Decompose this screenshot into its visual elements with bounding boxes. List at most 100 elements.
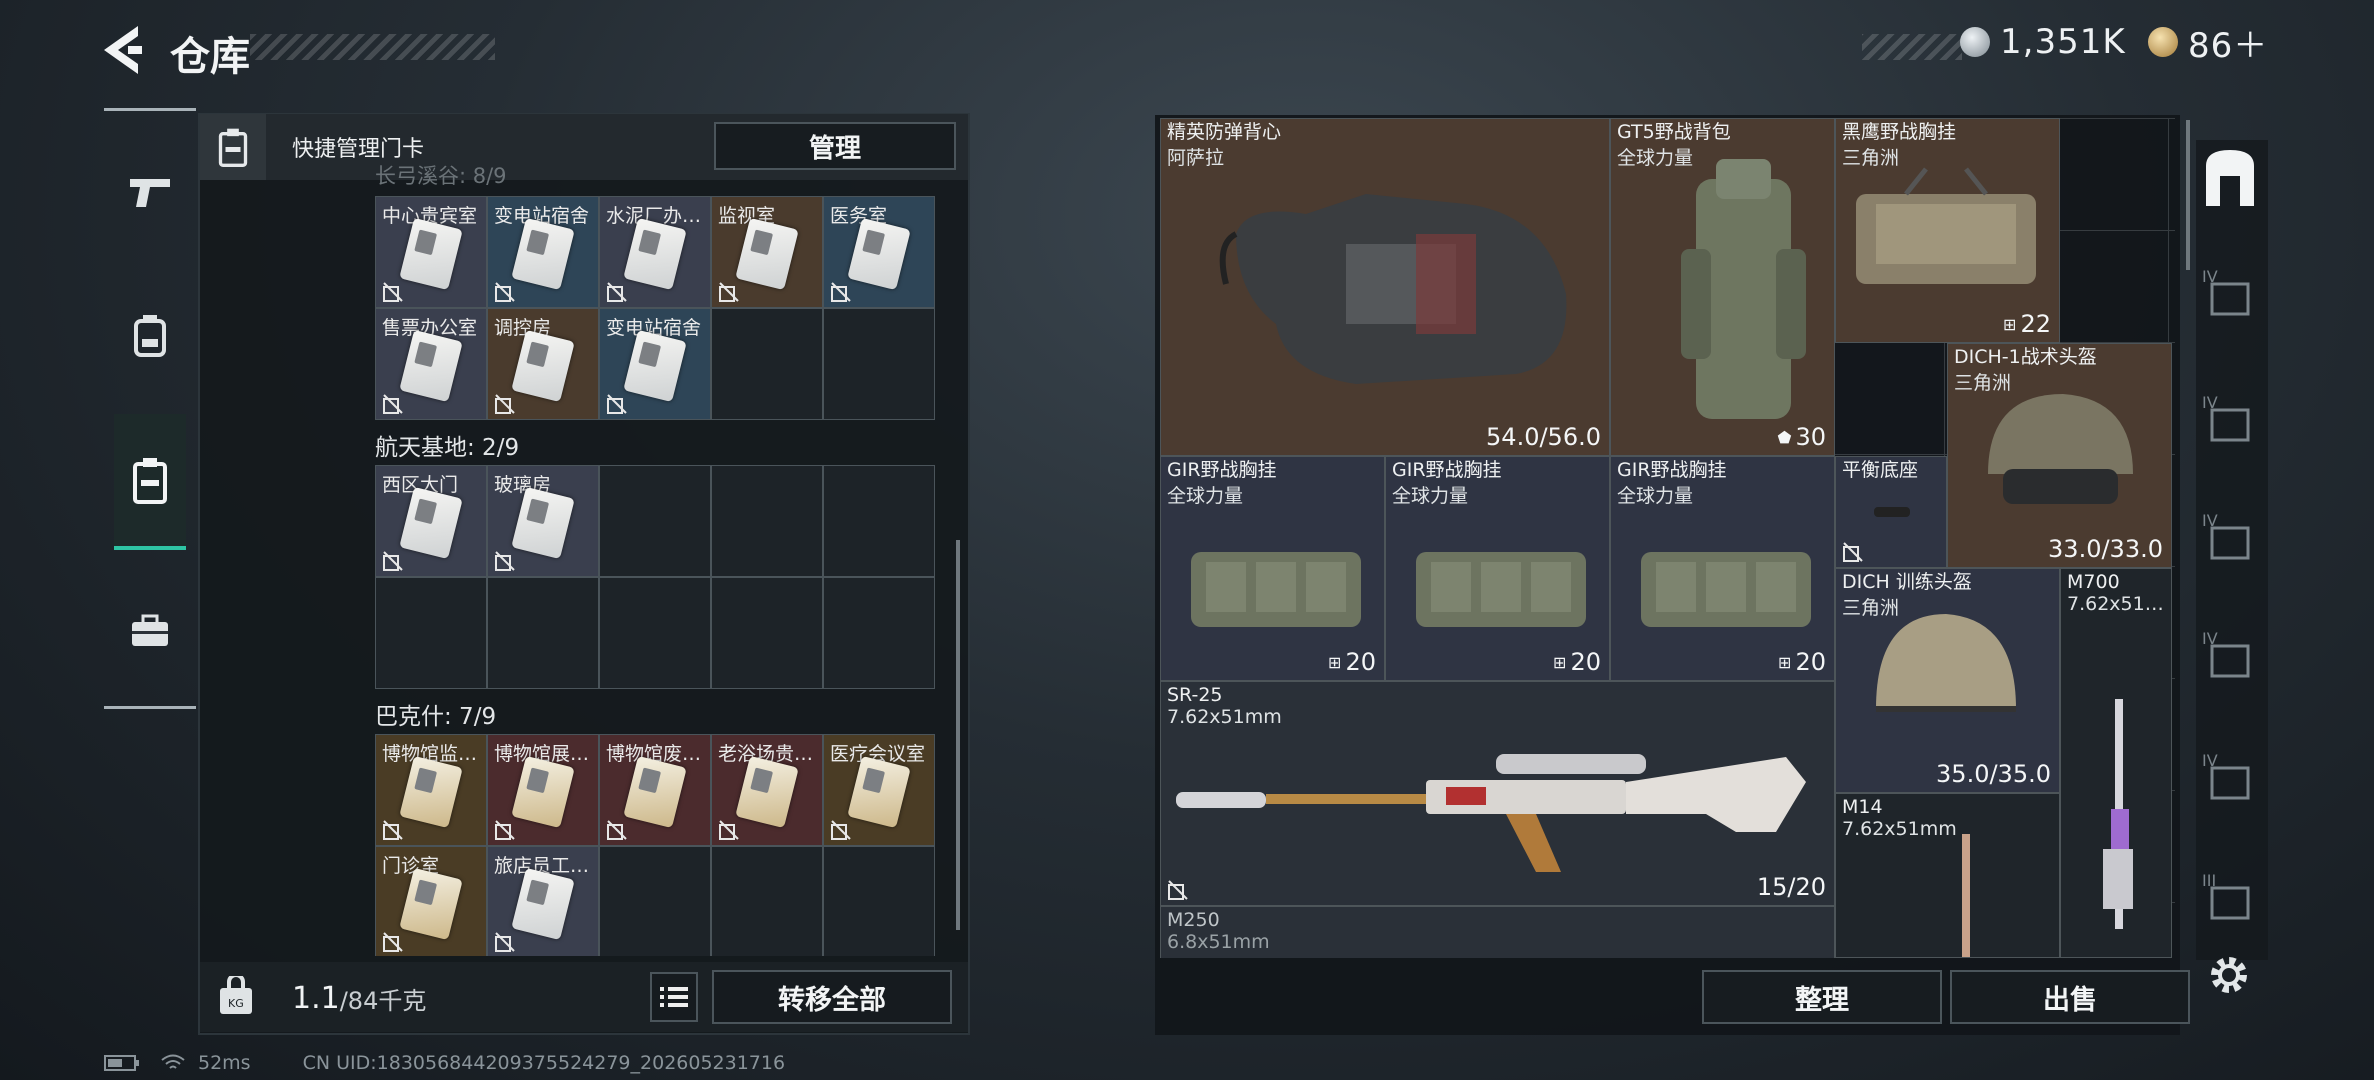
keycard-slot[interactable]: 老浴场贵… [711,734,823,846]
keycard-image [735,755,799,829]
keycard-image [511,217,575,291]
keycard-grid-3: 博物馆监… 博物馆展… 博物馆废… 老浴场贵… 医疗会议室门诊室 旅店员工… [375,734,935,956]
keycard-slot[interactable]: 博物馆废… [599,734,711,846]
keycard-slot[interactable]: 门诊室 [375,846,487,956]
item-balance-base[interactable]: 平衡底座 [1835,456,1947,568]
list-icon [660,987,688,1007]
nav-gear[interactable] [114,290,186,380]
item-name: 平衡底座 [1842,459,1919,481]
item-gir-rig-1[interactable]: GIR野战胸挂 全球力量 ⊞ 20 [1160,456,1385,681]
item-blackhawk-rig[interactable]: 黑鹰野战胸挂 三角洲 ⊞ 22 [1835,118,2060,343]
sell-button[interactable]: 出售 [1950,970,2190,1024]
weight-icon: KG [218,973,254,1020]
inventory-scrollbar[interactable] [2186,120,2190,270]
keycard-slot[interactable]: 博物馆展… [487,734,599,846]
item-name: GIR野战胸挂 [1392,459,1502,481]
item-m700[interactable]: M700 7.62x51… [2060,568,2172,958]
item-sub: 7.62x51mm [1842,818,1957,840]
slot-iii-1[interactable]: III [2202,866,2258,930]
keycard-slot[interactable]: 调控房 [487,308,599,420]
rifle-vertical-image [2103,699,2133,929]
keycard-image [399,329,463,403]
section-header-space-base: 航天基地: 2/9 [375,435,520,461]
item-name: SR-25 [1167,684,1223,706]
grid-capacity-icon: ⊞ [1553,652,1567,672]
back-button[interactable] [98,22,148,78]
item-sr25[interactable]: SR-25 7.62x51mm 15/20 [1160,681,1835,906]
keycard-slot[interactable]: 西区大门 [375,465,487,577]
item-gir-rig-3[interactable]: GIR野战胸挂 全球力量 ⊞ 20 [1610,456,1835,681]
item-sub: 三角洲 [1842,597,1900,619]
item-durability: 54.0/56.0 [1486,423,1601,451]
empty-slot [711,465,823,577]
keycard-slot[interactable]: 变电站宿舍 [599,308,711,420]
item-elite-vest[interactable]: 精英防弹背心 阿萨拉 54.0/56.0 [1160,118,1610,456]
no-transfer-icon [495,551,515,571]
nav-keycards[interactable] [114,414,186,550]
slot-iv-2[interactable]: IV [2202,388,2258,452]
grid-capacity-icon: ⊞ [2003,314,2017,334]
manage-button[interactable]: 管理 [714,122,956,170]
item-sub: 全球力量 [1392,485,1469,507]
currency-2: 86＋ [2148,22,2268,66]
no-transfer-icon [383,282,403,302]
keycard-image [399,486,463,560]
container-icon [2206,150,2254,206]
no-transfer-icon [383,820,403,840]
keycard-slot[interactable]: 旅店员工… [487,846,599,956]
slot-iv-1[interactable]: IV [2202,262,2258,326]
item-capacity: ⊞ 20 [1553,648,1601,676]
container-tool-button[interactable] [2202,146,2258,212]
keycard-slot[interactable]: 变电站宿舍 [487,196,599,308]
slot-iv-3[interactable]: IV [2202,506,2258,570]
keycard-slot[interactable]: 医务室 [823,196,935,308]
settings-button[interactable] [2206,952,2252,1002]
slot-iv-4[interactable]: IV [2202,624,2258,688]
vest-image [1219,194,1567,384]
silver-coin-icon [1960,27,1990,57]
backpack-icon [134,315,166,357]
slot-iv-5[interactable]: IV [2202,746,2258,810]
keycard-slot[interactable]: 博物馆监… [375,734,487,846]
keycard-slot[interactable]: 医疗会议室 [823,734,935,846]
item-ammo-count: 15/20 [1756,873,1826,901]
currency-1: 1,351K [1960,22,2126,62]
grid-capacity-icon: ⊞ [1778,652,1792,672]
keycard-image [847,755,911,829]
slot-level-icon: III [2202,871,2250,920]
item-m14[interactable]: M14 7.62x51mm [1835,793,2060,958]
no-transfer-icon [831,282,851,302]
list-view-button[interactable] [650,972,698,1022]
nav-weapons[interactable] [114,146,186,236]
battery-icon [104,1055,139,1071]
no-transfer-icon [1168,880,1188,900]
item-name: 黑鹰野战胸挂 [1842,121,1957,143]
keycard-image [623,217,687,291]
keycard-slot[interactable]: 水泥厂办… [599,196,711,308]
chest-rig-image [1191,552,1361,627]
keycard-slot[interactable]: 售票办公室 [375,308,487,420]
key-bar-label: 快捷管理门卡 [292,137,425,162]
keycard-slot[interactable]: 玻璃房 [487,465,599,577]
sort-button[interactable]: 整理 [1702,970,1942,1024]
helmet-image [1988,394,2133,504]
no-transfer-icon [495,282,515,302]
item-gir-rig-2[interactable]: GIR野战胸挂 全球力量 ⊞ 20 [1385,456,1610,681]
left-scrollbar[interactable] [956,540,960,930]
item-sub: 7.62x51mm [1167,706,1282,728]
keycard-slot[interactable]: 监视室 [711,196,823,308]
item-sub: 全球力量 [1617,485,1694,507]
empty-slot [823,308,935,420]
section-header-partial: 长弓溪谷: 8/9 [375,164,507,188]
nav-toolbox[interactable] [114,586,186,676]
item-m250[interactable]: M250 6.8x51mm [1160,906,1835,958]
item-gt5-backpack[interactable]: GT5野战背包 全球力量 ⬟ 30 [1610,118,1835,456]
item-dich1-helmet[interactable]: DICH-1战术头盔 三角洲 33.0/33.0 [1947,343,2172,568]
currency-1-value: 1,351K [2000,22,2126,62]
item-dich-training-helmet[interactable]: DICH 训练头盔 三角洲 35.0/35.0 [1835,568,2060,793]
transfer-all-button[interactable]: 转移全部 [712,970,952,1024]
keycard-slot[interactable]: 中心贵宾室 [375,196,487,308]
no-transfer-icon [383,551,403,571]
weight-value: 1.1 [292,980,340,1016]
briefcase-icon [132,614,168,646]
